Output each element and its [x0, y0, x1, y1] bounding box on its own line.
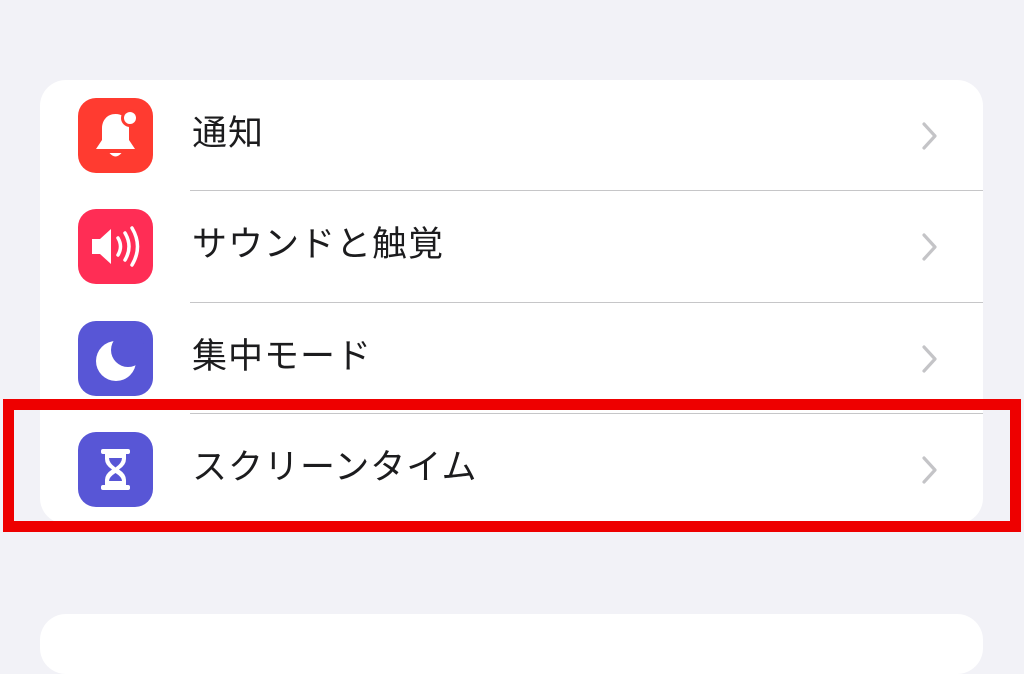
- settings-row-notifications[interactable]: 通知: [40, 80, 983, 191]
- highlight-box: [3, 399, 1021, 532]
- settings-row-label: サウンドと触覚: [192, 225, 445, 265]
- chevron-right-icon: [922, 122, 937, 150]
- settings-group-next: [40, 614, 983, 674]
- speaker-wave-icon: [78, 209, 153, 284]
- settings-row-label: 集中モード: [192, 337, 373, 377]
- settings-row-sounds-haptics[interactable]: サウンドと触覚: [40, 191, 983, 302]
- moon-icon: [78, 321, 153, 396]
- chevron-right-icon: [922, 233, 937, 261]
- bell-badge-icon: [78, 98, 153, 173]
- settings-row-focus[interactable]: 集中モード: [40, 303, 983, 414]
- settings-row-label: 通知: [192, 114, 265, 154]
- chevron-right-icon: [922, 345, 937, 373]
